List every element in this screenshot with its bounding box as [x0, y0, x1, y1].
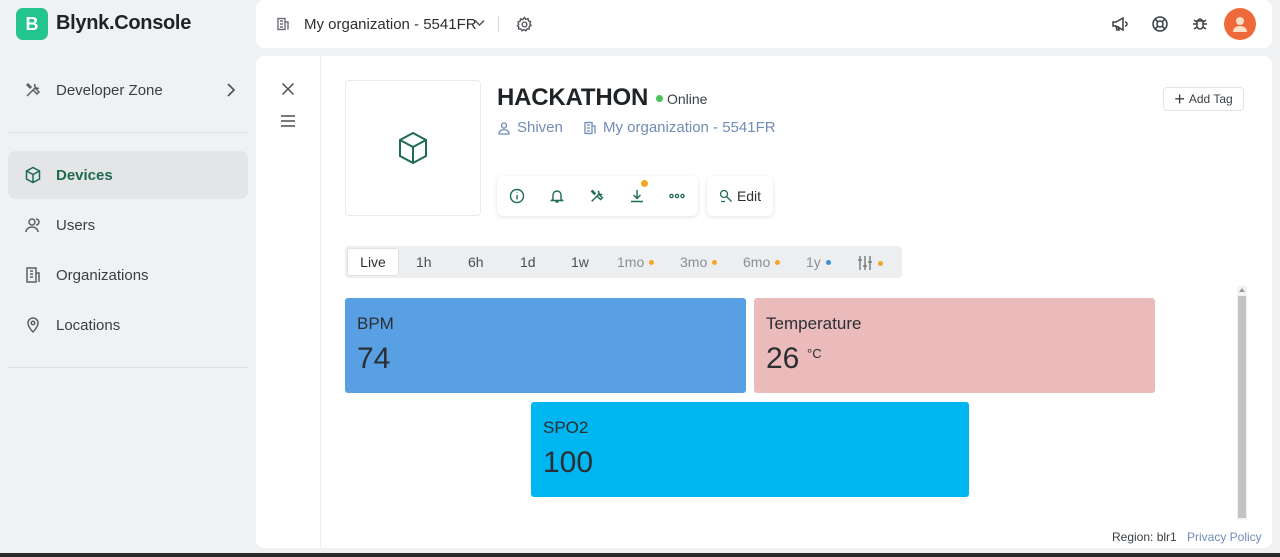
notification-dot [641, 180, 648, 187]
tab-live[interactable]: Live [347, 248, 399, 276]
blynk-logo[interactable]: B [16, 8, 48, 40]
tools-icon[interactable] [587, 186, 607, 206]
privacy-policy-link[interactable]: Privacy Policy [1187, 530, 1262, 544]
sidebar-item-locations[interactable]: Locations [8, 301, 248, 349]
sliders-icon [858, 256, 872, 270]
tab-label: 6h [468, 254, 484, 270]
info-icon[interactable] [507, 186, 527, 206]
scrollbar-thumb[interactable] [1238, 296, 1246, 518]
add-tag-button[interactable]: + Add Tag [1163, 87, 1244, 111]
tab-label: 6mo [743, 254, 771, 270]
owner-name: Shiven [517, 119, 563, 136]
widget-value: 74 [357, 342, 391, 375]
app-name: Blynk.Console [56, 12, 192, 34]
lifebuoy-icon[interactable] [1151, 15, 1169, 33]
close-icon[interactable] [281, 82, 295, 96]
download-icon[interactable] [627, 186, 647, 206]
edit-label: Edit [736, 188, 762, 204]
sidebar-item-label: Organizations [56, 266, 149, 284]
chevron-right-icon [226, 82, 236, 98]
premium-dot [825, 259, 831, 265]
widget-label: Temperature [766, 314, 862, 333]
cube-icon [395, 130, 431, 166]
sidebar-item-label: Devices [56, 166, 113, 184]
sidebar-item-label: Locations [56, 316, 121, 334]
tab-label: 1d [520, 254, 536, 270]
organization-link[interactable]: My organization - 5541FR [583, 119, 776, 136]
building-icon [584, 121, 596, 134]
plus-icon: + [1174, 89, 1185, 109]
panel-divider [320, 56, 321, 548]
bug-icon[interactable] [1191, 15, 1209, 33]
tab-1w[interactable]: 1w [571, 254, 589, 270]
building-icon [276, 17, 290, 31]
sidebar-divider [8, 132, 248, 133]
topbar-divider [498, 16, 499, 32]
sidebar-divider [8, 367, 248, 368]
tab-custom[interactable] [857, 255, 883, 271]
organization-selector[interactable]: My organization - 5541FR [304, 16, 477, 33]
widget-value: 26 [766, 342, 800, 375]
tab-3mo[interactable]: 3mo [680, 254, 718, 270]
device-image [345, 80, 481, 216]
sidebar-item-organizations[interactable]: Organizations [8, 251, 248, 299]
building-icon [24, 266, 42, 284]
tab-label: 1mo [617, 254, 645, 270]
chevron-down-icon[interactable] [474, 19, 485, 27]
gear-icon[interactable] [516, 16, 533, 33]
tab-1mo[interactable]: 1mo [617, 254, 655, 270]
owner-link[interactable]: Shiven [497, 119, 563, 136]
premium-dot [712, 259, 718, 265]
map-pin-icon [24, 316, 42, 334]
tab-6mo[interactable]: 6mo [743, 254, 781, 270]
widget-temperature[interactable]: Temperature 26 °C [754, 298, 1155, 393]
status-badge: Online [667, 91, 708, 107]
tab-1y[interactable]: 1y [806, 254, 831, 270]
premium-dot [878, 260, 883, 266]
scroll-up-icon[interactable] [1239, 288, 1245, 292]
bell-icon[interactable] [547, 186, 567, 206]
edit-icon [719, 189, 732, 203]
user-icon [498, 121, 510, 135]
device-name: HACKATHON [497, 84, 649, 111]
sidebar-item-users[interactable]: Users [8, 201, 248, 249]
tab-1d[interactable]: 1d [520, 254, 536, 270]
premium-dot [649, 259, 655, 265]
tab-6h[interactable]: 6h [468, 254, 484, 270]
sidebar-item-devices[interactable]: Devices [8, 151, 248, 199]
window-bottom-edge [0, 553, 1280, 557]
status-dot [656, 95, 663, 102]
edit-button[interactable]: Edit [707, 176, 773, 216]
tab-label: 1w [571, 254, 589, 270]
widget-bpm[interactable]: BPM 74 [345, 298, 746, 393]
sidebar-item-label: Developer Zone [56, 81, 163, 99]
sidebar-item-developer-zone[interactable]: Developer Zone [8, 66, 248, 114]
users-icon [24, 216, 42, 234]
more-icon[interactable] [667, 186, 687, 206]
menu-icon[interactable] [281, 115, 295, 127]
megaphone-icon[interactable] [1111, 15, 1129, 33]
sidebar-item-label: Users [56, 216, 96, 234]
organization-name: My organization - 5541FR [603, 119, 776, 136]
cube-icon [24, 166, 42, 184]
region-label: Region: blr1 [1112, 530, 1177, 544]
add-tag-label: Add Tag [1188, 92, 1233, 106]
widget-spo2[interactable]: SPO2 100 [531, 402, 969, 497]
tab-label: 1y [806, 254, 821, 270]
premium-dot [775, 259, 781, 265]
tab-label: 3mo [680, 254, 708, 270]
tools-icon [24, 81, 42, 99]
tab-1h[interactable]: 1h [416, 254, 432, 270]
widget-label: SPO2 [543, 418, 589, 437]
widget-label: BPM [357, 314, 394, 333]
widget-unit: °C [807, 346, 822, 361]
widget-value: 100 [543, 446, 594, 479]
tab-label: 1h [416, 254, 432, 270]
avatar[interactable] [1224, 8, 1256, 40]
